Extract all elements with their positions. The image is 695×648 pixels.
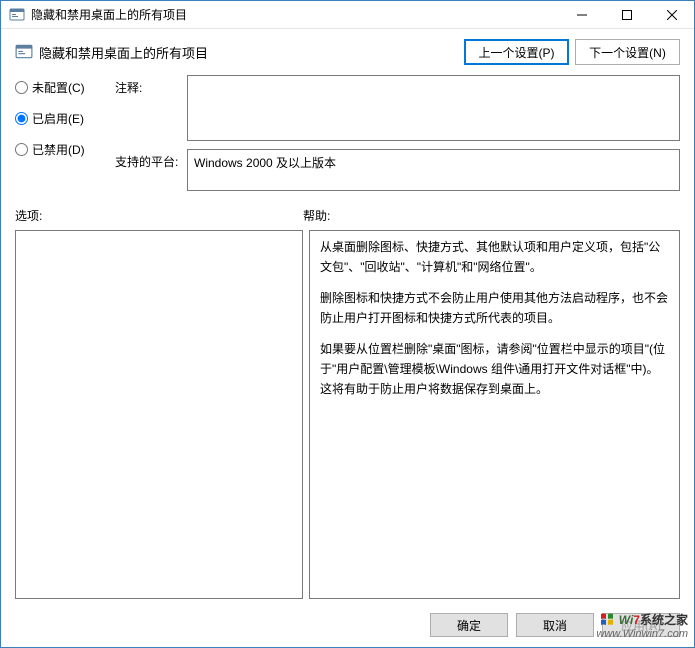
- pane-labels: 选项: 帮助:: [1, 191, 694, 228]
- footer: 确定 取消 应用(A) Wi7系统之家 www.Winwin7.com: [1, 605, 694, 647]
- help-paragraph: 删除图标和快捷方式不会防止用户使用其他方法启动程序，也不会防止用户打开图标和快捷…: [320, 288, 669, 329]
- window-controls: [559, 1, 694, 28]
- header-row: 隐藏和禁用桌面上的所有项目 上一个设置(P) 下一个设置(N): [1, 29, 694, 71]
- ok-button[interactable]: 确定: [430, 613, 508, 637]
- radio-not-configured[interactable]: 未配置(C): [15, 79, 115, 96]
- help-paragraph: 如果要从位置栏删除"桌面"图标，请参阅"位置栏中显示的项目"(位于"用户配置\管…: [320, 339, 669, 400]
- setting-name: 隐藏和禁用桌面上的所有项目: [39, 43, 464, 62]
- dialog-window: 隐藏和禁用桌面上的所有项目 隐藏和禁用桌面上的所有项目 上一个设置(P): [0, 0, 695, 648]
- apply-button[interactable]: 应用(A): [602, 613, 680, 637]
- window-title: 隐藏和禁用桌面上的所有项目: [31, 6, 559, 23]
- options-pane: [15, 230, 303, 599]
- radio-not-configured-label: 未配置(C): [32, 79, 85, 96]
- panes-row: 从桌面删除图标、快捷方式、其他默认项和用户定义项，包括"公文包"、"回收站"、"…: [1, 228, 694, 605]
- radio-enabled[interactable]: 已启用(E): [15, 110, 115, 127]
- help-label: 帮助:: [303, 207, 680, 224]
- radio-disabled-label: 已禁用(D): [32, 141, 85, 158]
- state-radios: 未配置(C) 已启用(E) 已禁用(D): [15, 75, 115, 191]
- policy-icon: [15, 43, 33, 61]
- close-button[interactable]: [649, 1, 694, 28]
- help-paragraph: 从桌面删除图标、快捷方式、其他默认项和用户定义项，包括"公文包"、"回收站"、"…: [320, 237, 669, 278]
- help-pane: 从桌面删除图标、快捷方式、其他默认项和用户定义项，包括"公文包"、"回收站"、"…: [309, 230, 680, 599]
- policy-icon: [9, 7, 25, 23]
- maximize-button[interactable]: [604, 1, 649, 28]
- supported-label: 支持的平台:: [115, 149, 187, 170]
- radio-disabled-input[interactable]: [15, 143, 28, 156]
- cancel-button[interactable]: 取消: [516, 613, 594, 637]
- supported-on-text: [187, 149, 680, 191]
- radio-not-configured-input[interactable]: [15, 81, 28, 94]
- comment-label: 注释:: [115, 75, 187, 96]
- radio-disabled[interactable]: 已禁用(D): [15, 141, 115, 158]
- comment-input[interactable]: [187, 75, 680, 141]
- radio-enabled-label: 已启用(E): [32, 110, 84, 127]
- config-row: 未配置(C) 已启用(E) 已禁用(D) 注释: 支持的平台:: [1, 71, 694, 191]
- minimize-button[interactable]: [559, 1, 604, 28]
- radio-enabled-input[interactable]: [15, 112, 28, 125]
- previous-setting-button[interactable]: 上一个设置(P): [464, 39, 569, 65]
- options-label: 选项:: [15, 207, 303, 224]
- next-setting-button[interactable]: 下一个设置(N): [575, 39, 680, 65]
- titlebar: 隐藏和禁用桌面上的所有项目: [1, 1, 694, 29]
